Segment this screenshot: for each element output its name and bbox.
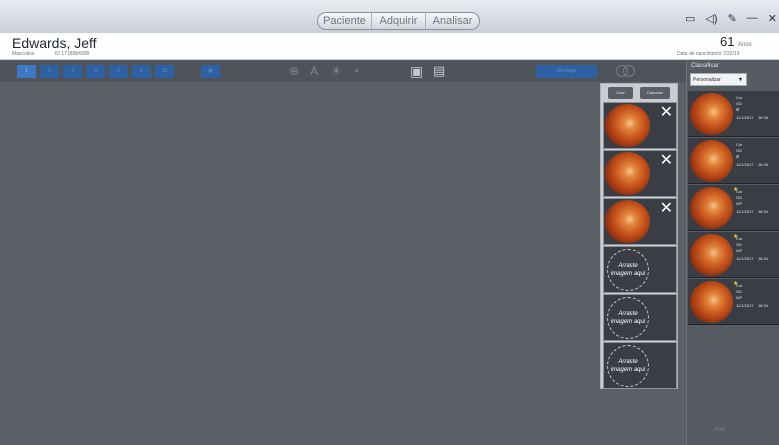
thumb-date: 11/1/2017 bbox=[736, 303, 754, 308]
patient-sex: Masculino bbox=[12, 51, 35, 57]
remove-icon[interactable]: ✕ bbox=[660, 153, 673, 169]
thumb-time: 16:34 bbox=[757, 303, 768, 308]
tab-analisar[interactable]: Analisar bbox=[426, 13, 479, 29]
clipboard-icon[interactable]: ▤ bbox=[433, 64, 445, 78]
remove-icon[interactable]: ✕ bbox=[660, 201, 673, 217]
thumbnail-info: Cor OD ⊞ 11/1/2017 16:35 bbox=[736, 142, 768, 168]
monitor-icon[interactable]: ▭ bbox=[685, 12, 695, 25]
age-value: 61 bbox=[720, 34, 735, 49]
thumb-type: WF bbox=[736, 201, 743, 206]
image-thumbnail[interactable]: ★ Cor OD WF 11/1/2017 16:34 bbox=[688, 232, 779, 278]
montage-slot-empty[interactable]: Arraste imagem aqui bbox=[603, 246, 677, 293]
thumb-time: 16:34 bbox=[757, 256, 768, 261]
fundus-image bbox=[690, 93, 733, 135]
montage-toolbar: 1 2 3 4 5 6 16 ▦ ⊕ A ☀ ◔ ▣ ▤ Montage bbox=[0, 61, 686, 82]
fundus-image bbox=[690, 234, 733, 276]
image-thumbnail[interactable]: Cor OD ⊞ 11/1/2017 16:35 bbox=[688, 138, 779, 184]
overlay-toggle-icon[interactable] bbox=[614, 65, 638, 78]
thumb-date: 11/1/2017 bbox=[736, 256, 754, 261]
image-thumbnail[interactable]: Cor OD ⊞ 11/1/2017 16:35 bbox=[688, 91, 779, 137]
thumbnail-info: Cor OD WF 11/1/2017 16:34 bbox=[736, 283, 768, 309]
page-button-1[interactable]: 1 bbox=[17, 65, 36, 78]
drop-zone[interactable]: Arraste imagem aqui bbox=[607, 249, 649, 291]
tab-paciente[interactable]: Paciente bbox=[318, 13, 372, 29]
create-button[interactable]: Criar bbox=[608, 87, 633, 99]
speaker-icon[interactable]: ◁) bbox=[705, 12, 717, 25]
patient-id: ID 1718984308 bbox=[55, 51, 90, 57]
thumbnail-info: Cor OD WF 11/1/2017 16:34 bbox=[736, 236, 768, 262]
fundus-image bbox=[605, 152, 650, 195]
page-button-3[interactable]: 3 bbox=[63, 65, 82, 78]
fundus-image bbox=[605, 104, 650, 147]
montage-slot[interactable]: ✕ bbox=[603, 102, 677, 149]
thumb-time: 16:35 bbox=[757, 162, 768, 167]
image-thumbnail[interactable]: ★ Cor OD WF 11/1/2017 16:34 bbox=[688, 185, 779, 231]
thumb-time: 16:34 bbox=[757, 209, 768, 214]
drop-zone[interactable]: Arraste imagem aqui bbox=[607, 297, 649, 339]
thumb-time: 16:35 bbox=[757, 115, 768, 120]
page-button-6[interactable]: 6 bbox=[132, 65, 151, 78]
title-bar: Paciente Adquirir Analisar ▭ ◁) ✎ — ✕ bbox=[0, 0, 779, 33]
window-controls: ▭ ◁) ✎ — ✕ bbox=[685, 12, 779, 25]
image-canvas[interactable] bbox=[0, 82, 686, 445]
thumb-type: ⊞ bbox=[736, 154, 740, 159]
thumbnail-list: Cor OD ⊞ 11/1/2017 16:35 Cor OD ⊞ 11/1/2017 16:… bbox=[688, 91, 779, 325]
cancel-button[interactable]: Cancelar bbox=[640, 87, 670, 99]
montage-button[interactable]: Montage bbox=[536, 65, 597, 78]
image-thumbnail[interactable]: ★ Cor OD WF 11/1/2017 16:34 bbox=[688, 279, 779, 325]
page-button-16[interactable]: 16 bbox=[155, 65, 174, 78]
thumbnail-info: Cor OD WF 11/1/2017 16:34 bbox=[736, 189, 768, 215]
fundus-image bbox=[690, 140, 733, 182]
reset-icon[interactable]: ◔ bbox=[352, 64, 359, 78]
montage-slot[interactable]: ✕ bbox=[603, 150, 677, 197]
patient-name: Edwards, Jeff bbox=[12, 35, 97, 51]
patient-age: 61 Anos bbox=[720, 34, 752, 49]
thumb-type: WF bbox=[736, 248, 743, 253]
chevron-down-icon: ▾ bbox=[738, 77, 742, 83]
page-button-5[interactable]: 5 bbox=[109, 65, 128, 78]
sort-title: Classificar bbox=[691, 63, 719, 69]
drop-zone[interactable]: Arraste imagem aqui bbox=[607, 345, 649, 387]
minimize-icon[interactable]: — bbox=[747, 12, 758, 25]
sort-dropdown[interactable]: Personalizar ▾ bbox=[690, 73, 747, 86]
sort-value: Personalizar bbox=[693, 77, 721, 83]
fundus-image bbox=[605, 200, 650, 243]
montage-slot-empty[interactable]: Arraste imagem aqui bbox=[603, 342, 677, 389]
age-unit: Anos bbox=[738, 42, 752, 48]
grid-layout-icon[interactable]: ▦ bbox=[201, 65, 220, 78]
thumbnail-info: Cor OD ⊞ 11/1/2017 16:35 bbox=[736, 95, 768, 121]
print-button[interactable]: Print bbox=[715, 427, 725, 433]
page-button-2[interactable]: 2 bbox=[40, 65, 59, 78]
image-browser-panel: Classificar Personalizar ▾ Cor OD ⊞ 11/1/201… bbox=[686, 61, 779, 445]
thumb-date: 11/1/2017 bbox=[736, 115, 754, 120]
brightness-icon[interactable]: ☀ bbox=[331, 64, 342, 78]
thumb-date: 11/1/2017 bbox=[736, 162, 754, 167]
close-icon[interactable]: ✕ bbox=[768, 12, 777, 25]
montage-panel: Criar Cancelar ✕ ✕ ✕ Arraste imagem aqui… bbox=[600, 83, 678, 389]
mode-tabs: Paciente Adquirir Analisar bbox=[317, 12, 480, 30]
montage-slot-empty[interactable]: Arraste imagem aqui bbox=[603, 294, 677, 341]
patient-dob: Data de nascimento 7/22/19 bbox=[677, 51, 740, 57]
fundus-image bbox=[690, 187, 733, 229]
patient-bar: Edwards, Jeff Masculino ID 1718984308 61… bbox=[0, 33, 779, 60]
thumb-type: WF bbox=[736, 295, 743, 300]
remove-icon[interactable]: ✕ bbox=[660, 105, 673, 121]
montage-slot[interactable]: ✕ bbox=[603, 198, 677, 245]
thumb-type: ⊞ bbox=[736, 107, 740, 112]
save-icon[interactable]: ▣ bbox=[410, 64, 423, 78]
tools-icon[interactable]: ✎ bbox=[728, 12, 737, 25]
thumb-date: 11/1/2017 bbox=[736, 209, 754, 214]
page-button-4[interactable]: 4 bbox=[86, 65, 105, 78]
text-annotation-icon[interactable]: A bbox=[310, 64, 318, 78]
fundus-image bbox=[690, 281, 733, 323]
zoom-icon[interactable]: ⊕ bbox=[289, 64, 299, 78]
tab-adquirir[interactable]: Adquirir bbox=[372, 13, 426, 29]
